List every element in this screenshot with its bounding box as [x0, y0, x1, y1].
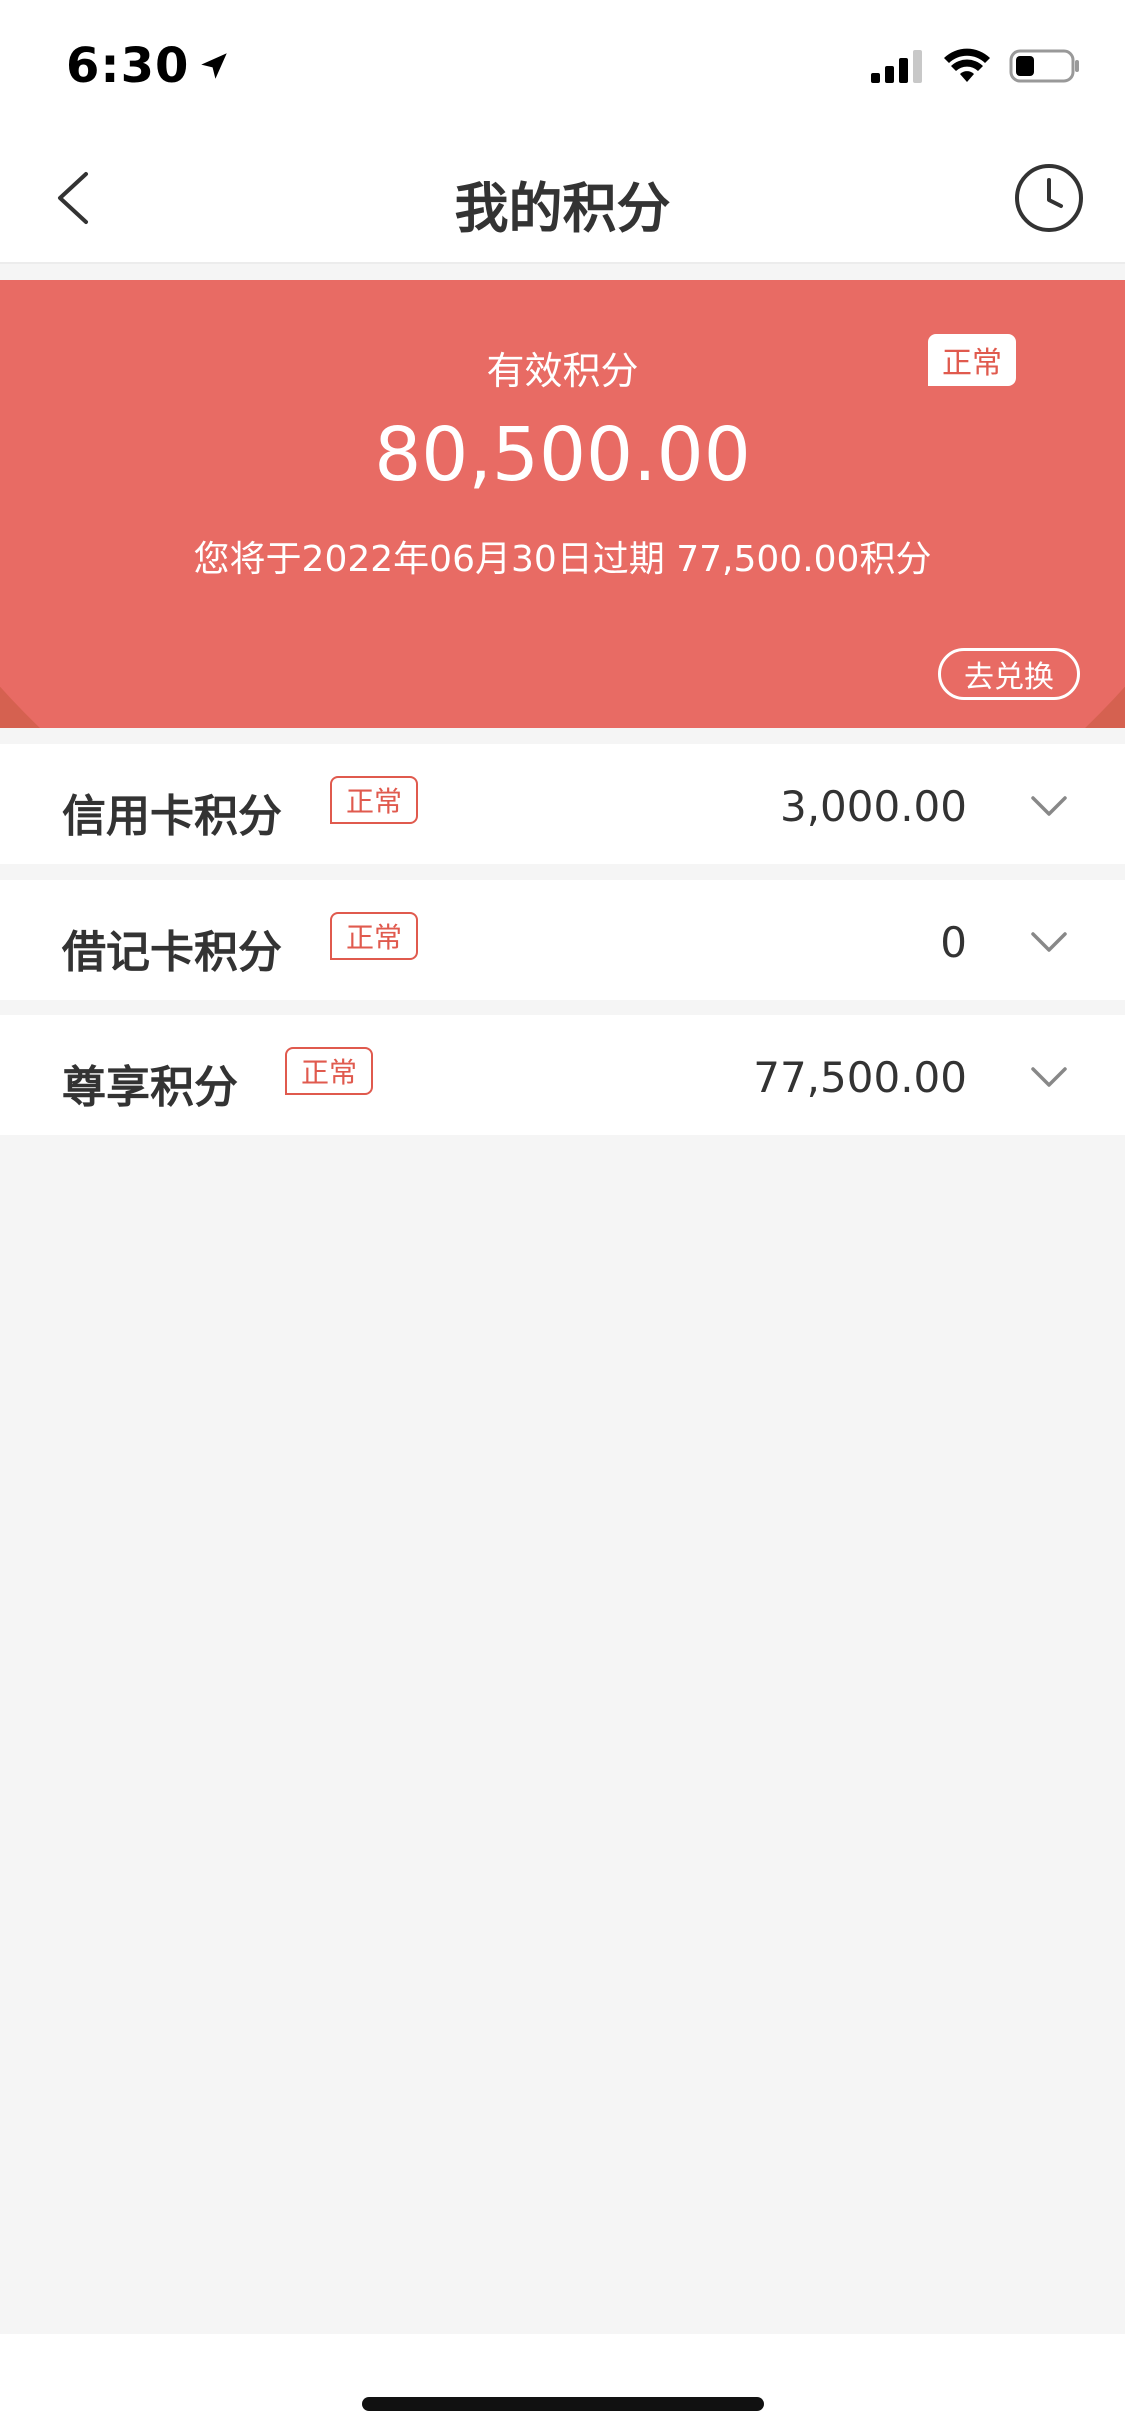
history-button[interactable] [1013, 162, 1085, 234]
credit-card-points-row[interactable]: 信用卡积分 正常 3,000.00 [0, 744, 1125, 864]
row-label: 尊享积分 [62, 1062, 238, 1113]
status-badge: 正常 [330, 912, 419, 960]
status-indicators [871, 48, 1081, 84]
row-label: 借记卡积分 [62, 927, 282, 978]
status-badge: 正常 [330, 776, 419, 824]
expiry-note: 您将于2022年06月30日过期 77,500.00积分 [193, 539, 932, 580]
redeem-button[interactable]: 去兑换 [938, 648, 1080, 700]
chevron-down-icon[interactable] [1029, 922, 1069, 962]
premium-points-row[interactable]: 尊享积分 正常 77,500.00 [0, 1015, 1125, 1135]
summary-status-badge: 正常 [928, 334, 1016, 386]
row-value: 77,500.00 [753, 1053, 967, 1102]
status-badge: 正常 [285, 1047, 374, 1095]
home-indicator[interactable] [362, 2397, 764, 2411]
page-title: 我的积分 [454, 177, 671, 240]
debit-card-points-row[interactable]: 借记卡积分 正常 0 [0, 880, 1125, 1000]
clock-icon [1015, 164, 1083, 232]
status-bar: 6:30 [0, 0, 1125, 132]
status-time: 6:30 [66, 38, 231, 94]
battery-icon [1009, 49, 1079, 83]
row-value: 3,000.00 [779, 782, 967, 831]
cellular-signal-icon [871, 50, 922, 83]
status-time-text: 6:30 [66, 38, 190, 94]
chevron-down-icon[interactable] [1029, 786, 1069, 826]
row-label: 信用卡积分 [62, 791, 282, 842]
location-arrow-icon [201, 53, 228, 79]
valid-points-amount: 80,500.00 [374, 412, 751, 498]
points-summary-card: 有效积分 正常 80,500.00 您将于2022年06月30日过期 77,50… [0, 280, 1125, 728]
bottom-safe-area [0, 2334, 1125, 2436]
chevron-down-icon[interactable] [1029, 1057, 1069, 1097]
wifi-icon [944, 48, 990, 82]
nav-bar: 我的积分 [0, 132, 1125, 264]
row-value: 0 [940, 918, 967, 967]
